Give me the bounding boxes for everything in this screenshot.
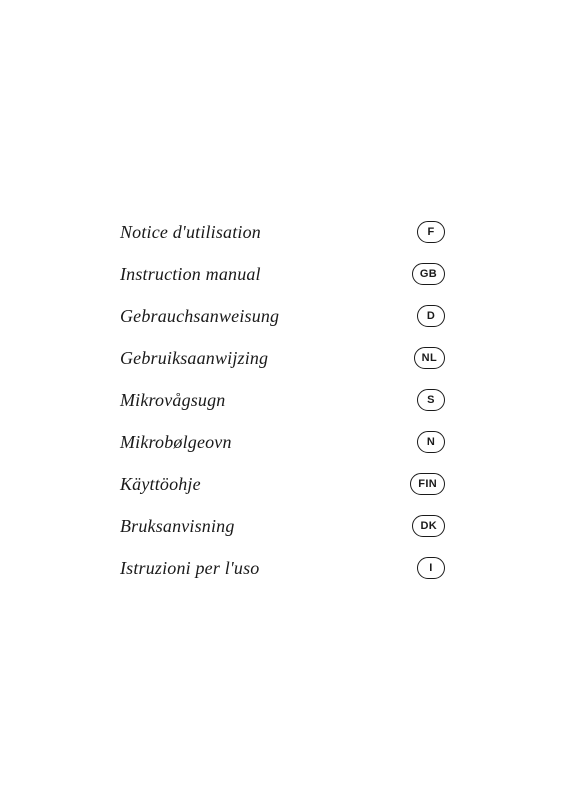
list-item: Gebrauchsanweisung D: [120, 295, 445, 337]
manual-label: Mikrobølgeovn: [120, 432, 232, 453]
list-item: Bruksanvisning DK: [120, 505, 445, 547]
lang-badge: F: [417, 221, 445, 243]
lang-badge: N: [417, 431, 445, 453]
list-item: Mikrobølgeovn N: [120, 421, 445, 463]
manual-label: Instruction manual: [120, 264, 261, 285]
manual-label: Bruksanvisning: [120, 516, 235, 537]
manual-label: Käyttöohje: [120, 474, 201, 495]
lang-badge: DK: [412, 515, 445, 537]
list-item: Instruction manual GB: [120, 253, 445, 295]
list-item: Gebruiksaanwijzing NL: [120, 337, 445, 379]
lang-badge: NL: [414, 347, 445, 369]
lang-badge: D: [417, 305, 445, 327]
lang-badge: I: [417, 557, 445, 579]
manual-label: Mikrovågsugn: [120, 390, 225, 411]
list-item: Mikrovågsugn S: [120, 379, 445, 421]
list-item: Notice d'utilisation F: [120, 211, 445, 253]
manual-list: Notice d'utilisation F Instruction manual G…: [120, 211, 445, 589]
manual-label: Istruzioni per l'uso: [120, 558, 259, 579]
lang-badge: S: [417, 389, 445, 411]
list-item: Istruzioni per l'uso I: [120, 547, 445, 589]
manual-label: Gebruiksaanwijzing: [120, 348, 268, 369]
list-item: Käyttöohje FIN: [120, 463, 445, 505]
lang-badge: GB: [412, 263, 445, 285]
manual-label: Gebrauchsanweisung: [120, 306, 279, 327]
page-container: Notice d'utilisation F Instruction manual G…: [0, 0, 565, 800]
lang-badge: FIN: [410, 473, 445, 495]
manual-label: Notice d'utilisation: [120, 222, 261, 243]
